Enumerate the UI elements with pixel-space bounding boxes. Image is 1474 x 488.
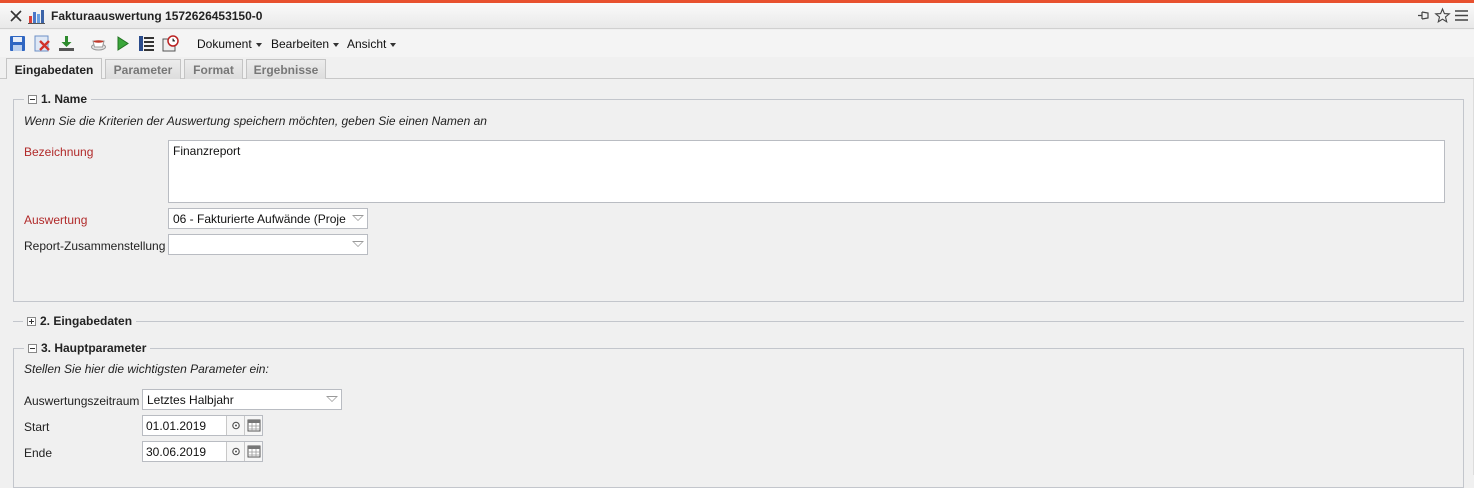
calendar-icon[interactable]	[244, 442, 262, 461]
bezeichnung-label: Bezeichnung	[24, 145, 94, 159]
section-hauptparameter-legend[interactable]: 3. Hauptparameter	[24, 341, 151, 355]
schedule-icon[interactable]	[162, 35, 179, 52]
divider	[13, 321, 23, 322]
pin-icon[interactable]	[1415, 7, 1432, 24]
menu-ansicht[interactable]: Ansicht	[347, 37, 397, 51]
expand-icon[interactable]	[27, 316, 36, 326]
clock-icon[interactable]	[226, 416, 244, 435]
menu-bearbeiten[interactable]: Bearbeiten	[271, 37, 340, 51]
discard-icon[interactable]	[34, 35, 51, 52]
ende-date-value: 30.06.2019	[146, 445, 207, 459]
auswertung-select-value: 06 - Fakturierte Aufwände (Proje	[173, 212, 346, 226]
save-icon[interactable]	[9, 35, 26, 52]
bar-chart-icon	[28, 8, 45, 24]
section-eingabedaten-title: 2. Eingabedaten	[40, 314, 133, 328]
caret-down-icon	[255, 42, 262, 47]
run-icon[interactable]	[114, 35, 131, 52]
divider	[136, 321, 1464, 322]
section-hauptparameter-hint: Stellen Sie hier die wichtigsten Paramet…	[24, 362, 269, 376]
section-hauptparameter-title: 3. Hauptparameter	[41, 341, 147, 355]
window-titlebar: Fakturaauswertung 1572626453150-0	[0, 3, 1474, 29]
ende-label: Ende	[24, 446, 53, 460]
report-list-icon[interactable]	[138, 35, 155, 52]
tab-ergebnisse[interactable]: Ergebnisse	[246, 59, 326, 80]
caret-down-icon	[333, 42, 340, 47]
menu-dokument[interactable]: Dokument	[197, 37, 262, 51]
section-name-legend[interactable]: 1. Name	[24, 92, 92, 106]
section-name-hint: Wenn Sie die Kriterien der Auswertung sp…	[24, 114, 487, 128]
report-zusammenstellung-label: Report-Zusammenstellung	[24, 239, 166, 253]
tab-eingabedaten[interactable]: Eingabedaten	[6, 58, 102, 80]
collapse-icon[interactable]	[28, 343, 37, 353]
section-name-title: 1. Name	[41, 92, 88, 106]
dropdown-arrow-icon	[352, 215, 364, 221]
menu-icon[interactable]	[1453, 7, 1470, 24]
menu-dokument-label: Dokument	[197, 37, 252, 51]
caret-down-icon	[390, 42, 397, 47]
coffee-icon[interactable]	[90, 35, 107, 52]
report-zusammenstellung-select[interactable]	[168, 234, 368, 255]
auswertungszeitraum-select[interactable]: Letztes Halbjahr	[142, 389, 342, 410]
ende-date-field[interactable]: 30.06.2019	[142, 441, 263, 462]
menu-bearbeiten-label: Bearbeiten	[271, 37, 330, 51]
bezeichnung-field[interactable]: Finanzreport	[168, 140, 1445, 203]
close-icon[interactable]	[8, 8, 24, 24]
window-title: Fakturaauswertung 1572626453150-0	[51, 9, 263, 23]
dropdown-arrow-icon	[326, 396, 338, 402]
download-icon[interactable]	[58, 35, 75, 52]
menu-ansicht-label: Ansicht	[347, 37, 387, 51]
auswertungszeitraum-label: Auswertungszeitraum	[24, 394, 140, 408]
auswertungszeitraum-value: Letztes Halbjahr	[147, 393, 234, 407]
start-date-field[interactable]: 01.01.2019	[142, 415, 263, 436]
tab-parameter[interactable]: Parameter	[105, 59, 181, 80]
clock-icon[interactable]	[226, 442, 244, 461]
dropdown-arrow-icon	[352, 241, 364, 247]
form-content: 1. Name Wenn Sie die Kriterien der Auswe…	[0, 79, 1474, 488]
collapse-icon[interactable]	[28, 94, 37, 104]
auswertung-select[interactable]: 06 - Fakturierte Aufwände (Proje	[168, 208, 368, 229]
calendar-icon[interactable]	[244, 416, 262, 435]
section-eingabedaten-legend[interactable]: 2. Eingabedaten	[23, 314, 137, 328]
auswertung-label: Auswertung	[24, 213, 88, 227]
star-icon[interactable]	[1434, 7, 1451, 24]
start-label: Start	[24, 420, 50, 434]
toolbar: Dokument Bearbeiten Ansicht	[0, 30, 1474, 57]
start-date-value: 01.01.2019	[146, 419, 207, 433]
tab-bar: Eingabedaten Parameter Format Ergebnisse	[0, 57, 1474, 80]
tab-format[interactable]: Format	[184, 59, 243, 80]
